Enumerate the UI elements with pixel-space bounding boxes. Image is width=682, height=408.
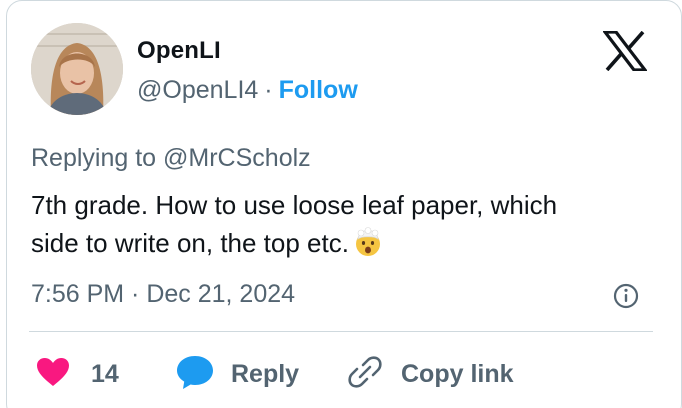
- divider: [29, 331, 653, 332]
- reply-label: Reply: [231, 359, 300, 388]
- tweet-text-line-2: side to write on, the top etc.: [31, 224, 651, 262]
- tweet-card: OpenLI @OpenLI4 · Follow Replying to @MrCS…: [6, 0, 682, 408]
- like-button[interactable]: 14: [35, 353, 119, 395]
- heart-icon: [35, 356, 71, 393]
- avatar[interactable]: [31, 23, 123, 115]
- timestamp[interactable]: 7:56 PM · Dec 21, 2024: [31, 280, 295, 309]
- speech-bubble-icon: [175, 354, 215, 395]
- info-icon[interactable]: [611, 281, 641, 311]
- tweet-text: 7th grade. How to use loose leaf paper, …: [31, 186, 651, 262]
- tweet-text-line-1: 7th grade. How to use loose leaf paper, …: [31, 190, 558, 220]
- display-name[interactable]: OpenLI: [137, 37, 221, 65]
- link-icon: [347, 354, 383, 395]
- copy-link-button[interactable]: Copy link: [347, 353, 514, 395]
- tweet-text-line-2-text: side to write on, the top etc.: [31, 228, 349, 258]
- separator-dot: ·: [264, 76, 273, 104]
- like-count: 14: [91, 359, 119, 388]
- replying-prefix: Replying to: [31, 144, 157, 172]
- copy-link-label: Copy link: [401, 359, 514, 388]
- x-logo-icon[interactable]: [601, 30, 649, 72]
- handle-row: @OpenLI4 · Follow: [137, 76, 358, 105]
- reply-mention-link[interactable]: @MrCScholz: [163, 144, 311, 172]
- handle[interactable]: @OpenLI4: [137, 76, 258, 104]
- avatar-photo: [31, 23, 123, 115]
- reply-button[interactable]: Reply: [175, 353, 299, 395]
- exploding-head-emoji-icon: [353, 227, 383, 257]
- follow-button[interactable]: Follow: [279, 76, 358, 104]
- replying-to: Replying to @MrCScholz: [31, 144, 311, 173]
